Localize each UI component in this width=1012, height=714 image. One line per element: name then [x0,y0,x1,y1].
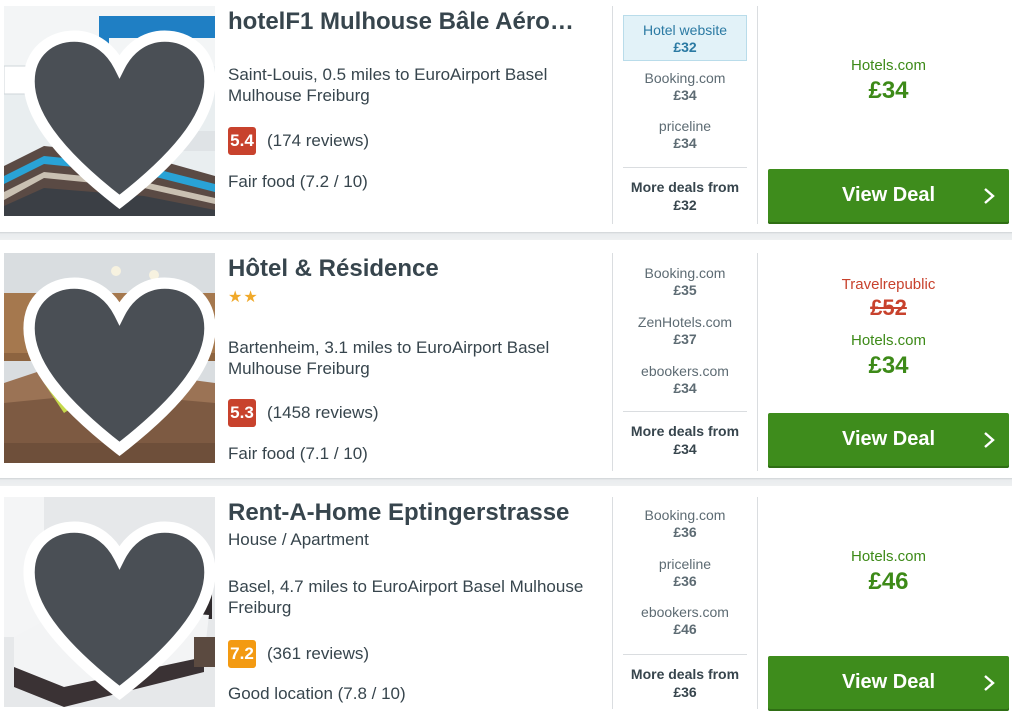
deal-price: £34 [673,135,697,151]
best-deal-price[interactable]: £34 [768,352,1009,380]
deal-option[interactable]: priceline £36 [623,550,747,596]
rating-row: 7.2 (361 reviews) [228,639,369,669]
hotel-name[interactable]: hotelF1 Mulhouse Bâle Aéro… [228,8,598,36]
view-deal-button[interactable]: View Deal [768,169,1009,224]
deal-option[interactable]: Booking.com £35 [623,259,747,305]
best-deal-provider[interactable]: Hotels.com [768,332,1009,349]
more-deals-price: £34 [673,441,697,457]
deal-option[interactable]: priceline £34 [623,112,747,158]
deal-price: £35 [673,282,697,298]
score-badge: 5.4 [228,127,256,155]
deal-price: £36 [673,573,697,589]
more-deals-button[interactable]: More deals from £36 [623,654,747,701]
star-rating: ★★ [228,289,259,306]
best-deal-provider[interactable]: Hotels.com [768,57,1009,74]
deal-provider: Booking.com [644,507,726,523]
chevron-right-icon [984,675,995,691]
view-deal-button[interactable]: View Deal [768,413,1009,468]
more-deals-price: £36 [673,684,697,700]
property-type: House / Apartment [228,530,369,549]
view-deal-button[interactable]: View Deal [768,656,1009,711]
feature-rating: Good location (7.8 / 10) [228,684,406,703]
view-deal-label: View Deal [841,671,936,693]
reviews-link[interactable]: (1458 reviews) [267,403,379,423]
score-badge: 5.3 [228,399,256,427]
divider [612,6,613,224]
deal-provider: priceline [658,556,712,572]
hotel-photo[interactable] [4,253,215,463]
previous-price-provider: Travelrepublic [841,276,936,293]
heart-icon[interactable] [14,505,215,707]
deal-option[interactable]: Booking.com £36 [623,501,747,547]
divider [757,253,758,471]
more-deals-label: More deals from [630,423,740,439]
divider [757,6,758,224]
deal-option[interactable]: Hotel website £32 [623,15,747,61]
heart-icon[interactable] [14,14,215,216]
deal-price: £34 [673,87,697,103]
more-deals-button[interactable]: More deals from £32 [623,167,747,214]
card-separator [0,232,1012,240]
deal-price: £36 [673,524,697,540]
hotel-name[interactable]: Hôtel & Résidence [228,255,598,283]
deal-provider: ebookers.com [641,363,729,379]
deal-provider: Hotel website [642,22,728,38]
best-deal: Hotels.com £34 [768,57,1009,105]
best-deal: Hotels.com £46 [768,548,1009,596]
view-deal-label: View Deal [841,184,936,206]
hotel-location: Bartenheim, 3.1 miles to EuroAirport Bas… [228,338,550,378]
reviews-link[interactable]: (361 reviews) [267,644,369,664]
chevron-right-icon [984,188,995,204]
heart-icon[interactable] [14,261,215,463]
deal-option[interactable]: ebookers.com £46 [623,598,747,644]
chevron-right-icon [984,432,995,448]
rating-row: 5.3 (1458 reviews) [228,398,379,428]
deal-provider: ebookers.com [641,604,729,620]
card-separator [0,478,1012,486]
deal-option[interactable]: Booking.com £34 [623,64,747,110]
deal-provider: Booking.com [644,70,726,86]
divider [612,497,613,709]
rating-row: 5.4 (174 reviews) [228,126,369,156]
deal-price: £46 [673,621,697,637]
deal-provider: priceline [658,118,712,134]
deal-provider: ZenHotels.com [637,314,733,330]
best-deal: Travelrepublic £52 Hotels.com £34 [768,276,1009,380]
view-deal-label: View Deal [841,428,936,450]
deal-price: £37 [673,331,697,347]
more-deals-price: £32 [673,197,697,213]
deal-price: £32 [673,39,697,55]
hotel-card: Hôtel & Résidence ★★ Bartenheim, 3.1 mil… [0,253,1012,477]
divider [757,497,758,709]
deal-price: £34 [673,380,697,396]
best-deal-price[interactable]: £34 [768,77,1009,105]
hotel-card: Rent-A-Home Eptingerstrasse House / Apar… [0,497,1012,714]
best-deal-price[interactable]: £46 [768,568,1009,596]
deal-option[interactable]: ebookers.com £34 [623,357,747,403]
hotel-location: Basel, 4.7 miles to EuroAirport Basel Mu… [228,577,584,617]
hotel-photo[interactable] [4,6,215,216]
feature-rating: Fair food (7.2 / 10) [228,172,368,191]
more-deals-label: More deals from [630,666,740,682]
reviews-link[interactable]: (174 reviews) [267,131,369,151]
hotel-card: hotelF1 Mulhouse Bâle Aéro… Saint-Louis,… [0,6,1012,230]
deal-provider: Booking.com [644,265,726,281]
score-badge: 7.2 [228,640,256,668]
deal-option[interactable]: ZenHotels.com £37 [623,308,747,354]
best-deal-provider[interactable]: Hotels.com [768,548,1009,565]
hotel-location: Saint-Louis, 0.5 miles to EuroAirport Ba… [228,65,548,105]
hotel-photo[interactable] [4,497,215,707]
hotel-name[interactable]: Rent-A-Home Eptingerstrasse [228,499,598,527]
divider [612,253,613,471]
feature-rating: Fair food (7.1 / 10) [228,444,368,463]
more-deals-button[interactable]: More deals from £34 [623,411,747,458]
more-deals-label: More deals from [630,179,740,195]
previous-price: £52 [870,295,907,320]
